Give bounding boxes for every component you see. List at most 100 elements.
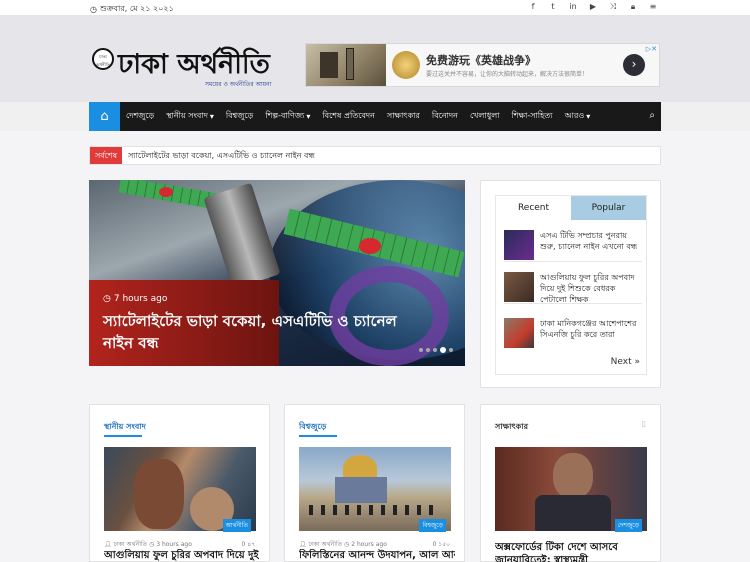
tab-bar: Recent Popular xyxy=(496,196,646,220)
nav-item-deshjure[interactable]: দেশজুড়ে xyxy=(120,110,160,123)
section-title[interactable]: স্থানীয় সংবাদ xyxy=(104,421,146,434)
document-icon: ▯ xyxy=(641,419,646,428)
author-icon: 👤︎ xyxy=(299,541,307,548)
chevron-down-icon: ▾ xyxy=(586,112,591,121)
logo-emblem: ঢাকা অর্থনীতি xyxy=(92,48,114,70)
sidebar-widget: Recent Popular এসএ টিভি সম্প্রচার পুনরায… xyxy=(480,180,661,388)
menu-icon[interactable]: ≡ xyxy=(648,2,658,12)
nav-item-sports[interactable]: খেলাধুলা xyxy=(464,110,506,123)
search-icon[interactable]: ⌕ xyxy=(649,110,655,121)
tabbed-list: Recent Popular এসএ টিভি সম্প্রচার পুনরায… xyxy=(495,195,647,375)
site-header: ঢাকা অর্থনীতি ঢাকা অর্থনীতি সময়ের ও অর্থ… xyxy=(0,16,750,102)
ad-image xyxy=(306,44,386,86)
section-underline xyxy=(299,435,337,437)
slider-dot[interactable] xyxy=(419,348,423,352)
nav-label: দেশজুড়ে xyxy=(126,111,155,120)
chevron-down-icon: ▾ xyxy=(209,112,214,121)
ad-banner[interactable]: 免费游玩《英雄战争》 要过这关并不容易，让你的大脑转动起来，解决方法很简单！ ›… xyxy=(305,43,660,87)
nav-item-world[interactable]: বিশ্বজুড়ে xyxy=(220,110,259,123)
facebook-icon[interactable]: f xyxy=(528,2,538,12)
chevron-down-icon: ▾ xyxy=(306,112,311,121)
list-item-thumbnail xyxy=(504,272,534,302)
clock-icon: ◷ xyxy=(90,5,97,14)
list-item-title: এসএ টিভি সম্প্রচার পুনরায় শুরু, চ্যানেল… xyxy=(540,231,638,251)
breaking-news-ticker: সর্বশেষ স্যাটেলাইটের ভাড়া বকেয়া, এসএটি… xyxy=(89,146,661,165)
nav-label: খেলাধুলা xyxy=(469,111,500,120)
adchoices-icon[interactable]: ▷✕ xyxy=(646,45,657,53)
section-card-world: বিশ্বজুড়ে বিশ্বজুড়ে 👤︎ ঢাকা অর্থনীতি ◷… xyxy=(284,404,465,562)
tab-popular[interactable]: Popular xyxy=(571,196,646,220)
next-link[interactable]: Next » xyxy=(611,357,640,367)
hero-timestamp: ◷ 7 hours ago xyxy=(103,294,167,304)
card-time: 2 hours ago xyxy=(351,541,387,548)
list-item-thumbnail xyxy=(504,318,534,348)
nav-item-local-news[interactable]: স্থানীয় সংবাদ ▾ xyxy=(160,110,220,123)
section-underline xyxy=(104,435,142,437)
nav-label: শিক্ষা-সাহিত্য xyxy=(511,111,553,120)
clock-icon: ◷ xyxy=(344,541,350,548)
site-logo[interactable]: ঢাকা অর্থনীতি ঢাকা অর্থনীতি সময়ের ও অর্থ… xyxy=(92,44,272,94)
clock-icon: ◷ xyxy=(149,541,155,548)
nav-item-entertainment[interactable]: বিনোদন xyxy=(426,110,464,123)
nav-item-more[interactable]: আরও ▾ xyxy=(559,110,597,123)
logo-tagline: সময়ের ও অর্থনীতির আয়না xyxy=(205,81,272,88)
slider-dot[interactable] xyxy=(426,348,430,352)
home-button[interactable]: ⌂ xyxy=(89,102,120,131)
shuffle-icon[interactable]: ⤨ xyxy=(608,2,618,12)
lock-icon[interactable]: 🔒︎ xyxy=(628,2,638,12)
tab-recent[interactable]: Recent xyxy=(496,196,571,220)
nav-label: বিনোদন xyxy=(431,111,458,120)
ad-title: 免费游玩《英雄战争》 xyxy=(426,54,536,67)
breaking-link[interactable]: স্যাটেলাইটের ভাড়া বকেয়া, এসএটিভি ও চ্য… xyxy=(128,150,315,163)
author-icon: 👤︎ xyxy=(104,541,112,548)
card-author[interactable]: ঢাকা অর্থনীতি xyxy=(114,541,148,548)
section-title[interactable]: বিশ্বজুড়ে xyxy=(299,421,326,434)
nav-label: স্থানীয় সংবাদ xyxy=(166,111,208,120)
social-icons: f t in ▶ ⤨ 🔒︎ ≡ xyxy=(528,2,658,12)
top-bar: ◷ শুক্রবার, মে ২১ ২০২১ f t in ▶ ⤨ 🔒︎ ≡ xyxy=(0,0,750,16)
youtube-icon[interactable]: ▶ xyxy=(588,2,598,12)
category-badge[interactable]: আর্থনীতি xyxy=(222,519,251,532)
list-item[interactable]: ঢাকা মানিকগঞ্জের আশেপাশের সিএনজি চুরি কর… xyxy=(504,318,642,350)
slider-dot[interactable] xyxy=(449,348,453,352)
featured-slider[interactable]: ◷ 7 hours ago স্যাটেলাইটের ভাড়া বকেয়া,… xyxy=(89,180,465,366)
list-item-title: আগুলিয়ায় ফুল চুরির অপবাদ দিয়ে দুই শিশ… xyxy=(540,273,635,304)
nav-label: বিশ্বজুড়ে xyxy=(225,111,254,120)
hero-image-satellite xyxy=(203,182,281,290)
nav-item-interview[interactable]: সাক্ষাৎকার xyxy=(381,110,426,123)
slider-dot-active[interactable] xyxy=(440,347,446,353)
home-icon: ⌂ xyxy=(100,109,109,124)
list-item-title: ঢাকা মানিকগঞ্জের আশেপাশের সিএনজি চুরি কর… xyxy=(540,319,637,339)
main-nav: ⌂ দেশজুড়ে স্থানীয় সংবাদ ▾ বিশ্বজুড়ে শি… xyxy=(89,102,661,131)
card-time: 3 hours ago xyxy=(156,541,192,548)
hero-image-flag-dot xyxy=(159,187,173,197)
category-badge[interactable]: দেশজুড়ে xyxy=(614,519,642,532)
card-author[interactable]: ঢাকা অর্থনীতি xyxy=(309,541,343,548)
ad-subtitle: 要过这关并不容易，让你的大脑转动起来，解决方法很简单！ xyxy=(426,71,589,78)
list-item-thumbnail xyxy=(504,230,534,260)
ad-emblem-icon xyxy=(392,51,420,79)
nav-item-industry[interactable]: শিল্প-বাণিজ্য ▾ xyxy=(259,110,316,123)
section-card-interview: সাক্ষাৎকার ▯ দেশজুড়ে অক্সফোর্ডের টিকা দ… xyxy=(480,404,661,562)
nav-label: আরও xyxy=(564,111,585,120)
twitter-icon[interactable]: t xyxy=(548,2,558,12)
slider-dot[interactable] xyxy=(433,348,437,352)
ad-arrow-button[interactable]: › xyxy=(623,54,645,76)
category-badge[interactable]: বিশ্বজুড়ে xyxy=(419,519,446,532)
section-title[interactable]: সাক্ষাৎকার xyxy=(495,421,528,434)
list-item[interactable]: এসএ টিভি সম্প্রচার পুনরায় শুরু, চ্যানেল… xyxy=(504,230,642,262)
card-title[interactable]: আগুলিয়ায় ফুল চুরির অপবাদ দিয়ে দুই xyxy=(104,549,260,562)
section-card-local-news: স্থানীয় সংবাদ আর্থনীতি 👤︎ ঢাকা অর্থনীতি… xyxy=(89,404,270,562)
breaking-label: সর্বশেষ xyxy=(90,147,122,164)
hero-headline[interactable]: স্যাটেলাইটের ভাড়া বকেয়া, এসএটিভি ও চ্য… xyxy=(103,310,403,354)
card-title[interactable]: ফিলিস্তিনের আনন্দ উদযাপন, আল আকসায় xyxy=(299,549,455,562)
nav-label: সাক্ষাৎকার xyxy=(386,111,420,120)
vk-icon[interactable]: in xyxy=(568,2,578,12)
card-title[interactable]: অক্সফোর্ডের টিকা দেশে আসবে জানুয়ারিতেই:… xyxy=(495,541,651,562)
list-item[interactable]: আগুলিয়ায় ফুল চুরির অপবাদ দিয়ে দুই শিশ… xyxy=(504,272,642,304)
clock-icon: ◷ xyxy=(103,294,111,304)
nav-item-special-report[interactable]: বিশেষ প্রতিবেদন xyxy=(316,110,381,123)
hero-time-text: 7 hours ago xyxy=(113,294,168,304)
nav-item-education[interactable]: শিক্ষা-সাহিত্য xyxy=(505,110,558,123)
current-date: ◷ শুক্রবার, মে ২১ ২০২১ xyxy=(90,3,174,16)
